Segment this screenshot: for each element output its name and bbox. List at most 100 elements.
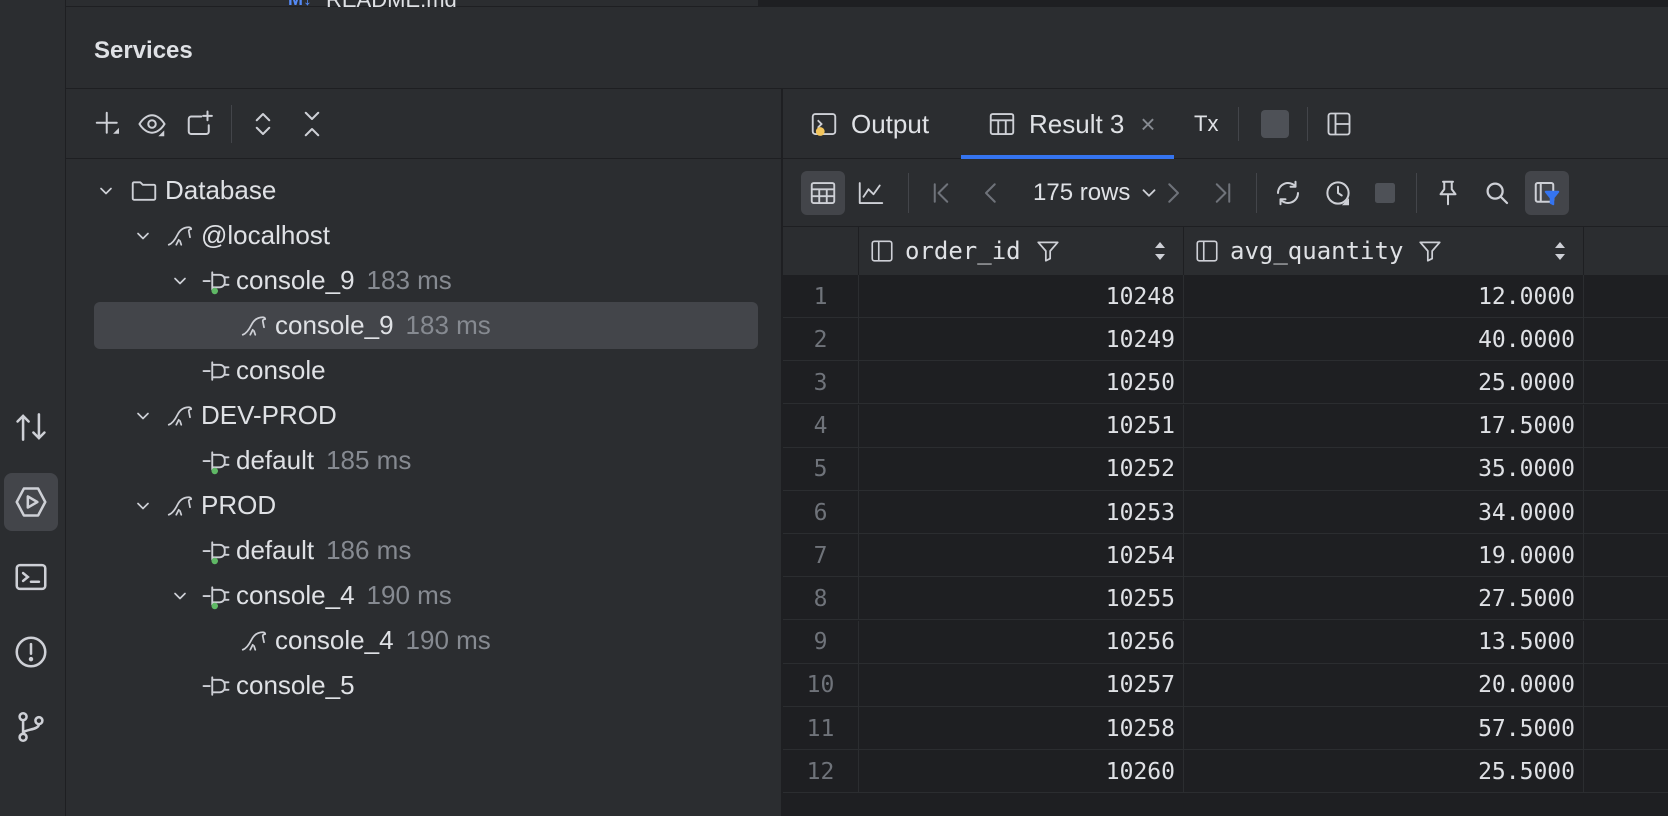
cell-order-id[interactable]: 10256: [859, 620, 1184, 664]
git-icon[interactable]: [4, 698, 58, 756]
chevron-down-icon[interactable]: [131, 404, 155, 428]
chevron-down-icon[interactable]: [131, 494, 155, 518]
table-row[interactable]: 11 10258 57.5000: [783, 707, 1668, 750]
next-page-icon[interactable]: [1151, 171, 1195, 215]
terminal-icon[interactable]: [4, 548, 58, 606]
table-row[interactable]: 8 10255 27.5000: [783, 577, 1668, 621]
cell-avg-quantity[interactable]: 19.0000: [1184, 534, 1584, 578]
sort-icon[interactable]: [1151, 240, 1169, 262]
cell-order-id[interactable]: 10253: [859, 491, 1184, 534]
chevron-down-icon[interactable]: [168, 584, 192, 608]
filter-icon[interactable]: [1035, 238, 1061, 264]
services-icon[interactable]: [4, 473, 58, 531]
cell-avg-quantity[interactable]: 57.5000: [1184, 707, 1584, 750]
cell-order-id[interactable]: 10260: [859, 750, 1184, 794]
tree-item-console-4[interactable]: console_4 190 ms: [94, 617, 758, 664]
sort-icon[interactable]: [1551, 240, 1569, 262]
cell-avg-quantity[interactable]: 13.5000: [1184, 620, 1584, 664]
chevron-down-icon[interactable]: [94, 179, 118, 203]
tree-item-timing: 190 ms: [366, 580, 452, 610]
activity-bar: [0, 0, 66, 816]
cell-order-id[interactable]: 10249: [859, 318, 1184, 362]
search-icon[interactable]: [1475, 171, 1519, 215]
cell-order-id[interactable]: 10254: [859, 534, 1184, 578]
tab-result-3[interactable]: Result 3 ×: [961, 89, 1174, 159]
expand-all-icon[interactable]: [243, 104, 283, 144]
cell-order-id[interactable]: 10255: [859, 577, 1184, 621]
cell-avg-quantity[interactable]: 20.0000: [1184, 663, 1584, 707]
mysql-dolphin-icon: [164, 400, 196, 432]
session-plug-icon: [200, 670, 232, 702]
chevron-down-icon[interactable]: [131, 224, 155, 248]
table-row[interactable]: 10 10257 20.0000: [783, 663, 1668, 707]
tx-button[interactable]: Tx: [1194, 89, 1218, 159]
previous-page-icon[interactable]: [969, 171, 1013, 215]
tree-item-prod[interactable]: PROD: [94, 482, 758, 529]
tree-item-console-9[interactable]: console_9 183 ms: [94, 302, 758, 349]
cell-avg-quantity[interactable]: 40.0000: [1184, 318, 1584, 362]
new-group-icon[interactable]: [180, 104, 220, 144]
tree-item-default-dev[interactable]: default 185 ms: [94, 437, 758, 484]
tree-item-console-5[interactable]: console_5: [94, 662, 758, 709]
table-row[interactable]: 2 10249 40.0000: [783, 318, 1668, 362]
eye-icon[interactable]: [132, 104, 172, 144]
tree-item-console-9-session[interactable]: console_9 183 ms: [94, 257, 758, 304]
tree-item-label: console_5: [236, 670, 355, 700]
table-row[interactable]: 3 10250 25.0000: [783, 361, 1668, 405]
cell-avg-quantity[interactable]: 25.5000: [1184, 750, 1584, 794]
column-header-order-id[interactable]: order_id: [859, 227, 1184, 275]
cell-order-id[interactable]: 10251: [859, 404, 1184, 448]
chevron-down-icon[interactable]: [168, 269, 192, 293]
table-row[interactable]: 6 10253 34.0000: [783, 491, 1668, 534]
cell-avg-quantity[interactable]: 35.0000: [1184, 447, 1584, 491]
column-header-avg-quantity[interactable]: avg_quantity: [1184, 227, 1584, 275]
tree-item-database[interactable]: Database: [94, 167, 758, 214]
first-page-icon[interactable]: [919, 171, 963, 215]
rows-count-dropdown[interactable]: 175 rows: [1033, 179, 1160, 207]
cell-avg-quantity[interactable]: 34.0000: [1184, 491, 1584, 534]
tab-output[interactable]: Output: [809, 89, 929, 159]
table-row[interactable]: 4 10251 17.5000: [783, 404, 1668, 448]
cell-order-id[interactable]: 10248: [859, 275, 1184, 318]
table-row[interactable]: 9 10256 13.5000: [783, 620, 1668, 664]
add-icon[interactable]: [88, 104, 128, 144]
table-row[interactable]: 5 10252 35.0000: [783, 447, 1668, 491]
problems-icon[interactable]: [4, 623, 58, 681]
filter-icon[interactable]: [1417, 238, 1443, 264]
cell-avg-quantity[interactable]: 27.5000: [1184, 577, 1584, 621]
refresh-icon[interactable]: [1266, 171, 1310, 215]
cell-order-id[interactable]: 10250: [859, 361, 1184, 405]
table-view-icon[interactable]: [801, 171, 845, 215]
cell-order-id[interactable]: 10257: [859, 663, 1184, 707]
collapse-all-icon[interactable]: [292, 104, 332, 144]
tree-item-console-4-session[interactable]: console_4 190 ms: [94, 572, 758, 619]
stop-icon[interactable]: [1261, 110, 1289, 138]
tree-item-default-prod[interactable]: default 186 ms: [94, 527, 758, 574]
mysql-dolphin-icon: [164, 220, 196, 252]
table-row[interactable]: 12 10260 25.5000: [783, 750, 1668, 794]
filter-panel-icon[interactable]: [1525, 171, 1569, 215]
pin-icon[interactable]: [1426, 171, 1470, 215]
history-icon[interactable]: [1316, 171, 1360, 215]
cell-avg-quantity[interactable]: 12.0000: [1184, 275, 1584, 318]
last-page-icon[interactable]: [1201, 171, 1245, 215]
cell-avg-quantity[interactable]: 17.5000: [1184, 404, 1584, 448]
table-row[interactable]: 1 10248 12.0000: [783, 275, 1668, 318]
tree-item-label: Database: [165, 175, 277, 205]
table-row[interactable]: 7 10254 19.0000: [783, 534, 1668, 578]
cell-avg-quantity[interactable]: 25.0000: [1184, 361, 1584, 405]
cell-order-id[interactable]: 10258: [859, 707, 1184, 750]
folder-icon: [128, 175, 160, 207]
cell-order-id[interactable]: 10252: [859, 447, 1184, 491]
close-icon[interactable]: ×: [1140, 109, 1155, 140]
layout-icon[interactable]: [1325, 110, 1353, 138]
tree-item-localhost[interactable]: @localhost: [94, 212, 758, 259]
pull-requests-icon[interactable]: [4, 398, 58, 456]
tree-item-timing: 186 ms: [326, 535, 412, 565]
tree-item-dev-prod[interactable]: DEV-PROD: [94, 392, 758, 439]
editor-tab-sliver: M↓ README.md: [66, 0, 1668, 12]
session-plug-icon: [200, 355, 232, 387]
tree-item-console[interactable]: console: [94, 347, 758, 394]
cancel-query-icon[interactable]: [1363, 171, 1407, 215]
chart-view-icon[interactable]: [849, 171, 893, 215]
